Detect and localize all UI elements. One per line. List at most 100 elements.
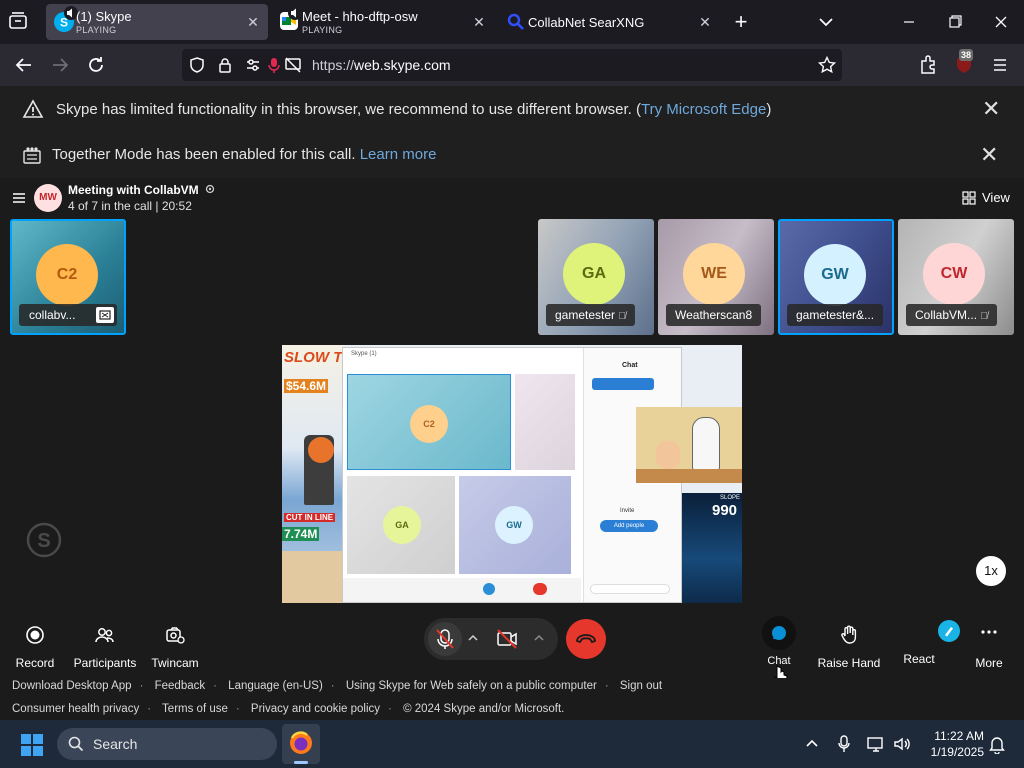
close-tab-icon[interactable]: ✕ xyxy=(470,13,488,31)
firefox-view-icon[interactable] xyxy=(8,12,30,32)
toggle-camera-button[interactable] xyxy=(490,622,524,656)
shared-mic-button xyxy=(483,583,495,595)
record-button[interactable]: Record xyxy=(10,624,60,670)
learn-more-link[interactable]: Learn more xyxy=(360,146,437,163)
twincam-label: Twincam xyxy=(151,656,199,670)
meeting-title[interactable]: Meeting with CollabVM xyxy=(68,183,199,197)
permissions-icon[interactable] xyxy=(244,56,262,74)
speaker-playing-icon[interactable] xyxy=(288,6,302,20)
more-button[interactable]: More xyxy=(966,624,1012,670)
ublock-icon[interactable]: 38 xyxy=(950,49,978,78)
tab-status: PLAYING xyxy=(76,25,117,35)
chat-icon xyxy=(762,616,796,650)
try-edge-link[interactable]: Try Microsoft Edge xyxy=(641,101,766,118)
skype-watermark-icon: S xyxy=(26,522,62,558)
host-avatar[interactable]: MW xyxy=(34,184,62,212)
participant-name: Weatherscan8 xyxy=(666,304,762,326)
avatar: GW xyxy=(495,506,533,544)
extensions-icon[interactable] xyxy=(914,52,942,78)
shared-invite-label: Invite xyxy=(620,508,635,514)
tab-searxng[interactable]: CollabNet SearXNG ✕ xyxy=(498,4,720,40)
privacy-link[interactable]: Privacy and cookie policy xyxy=(251,703,380,715)
tab-skype[interactable]: S (1) Skype PLAYING ✕ xyxy=(46,4,268,40)
view-button[interactable]: View xyxy=(962,190,1010,205)
twincam-button[interactable]: Twincam xyxy=(150,624,200,670)
tracking-shield-icon[interactable] xyxy=(188,56,206,74)
health-privacy-link[interactable]: Consumer health privacy xyxy=(12,703,139,715)
language-link[interactable]: Language (en-US) xyxy=(228,680,323,692)
firefox-taskbar-icon[interactable] xyxy=(282,724,320,764)
microphone-in-use-icon[interactable] xyxy=(266,56,282,74)
avatar-initials: WE xyxy=(701,265,727,282)
raise-hand-button[interactable]: Raise Hand xyxy=(816,624,882,670)
lock-icon[interactable] xyxy=(216,56,234,74)
show-hidden-icons-chevron-icon[interactable] xyxy=(804,736,820,752)
screen-share-icon[interactable] xyxy=(284,56,302,74)
speed-label: 1x xyxy=(984,563,998,578)
camera-options-chevron-icon[interactable] xyxy=(532,631,546,645)
participant-tile[interactable]: CW CollabVM... 🎙̸ xyxy=(898,219,1014,335)
mic-options-chevron-icon[interactable] xyxy=(466,631,480,645)
search-icon xyxy=(506,12,526,32)
shared-cartoon-image xyxy=(636,407,742,483)
notification-bell-icon[interactable] xyxy=(988,734,1006,754)
list-all-tabs-button[interactable] xyxy=(811,8,841,36)
url-bar[interactable]: https://web.skype.com xyxy=(182,49,842,81)
game-money-text: $54.6M xyxy=(284,379,329,393)
menu-hamburger-icon[interactable] xyxy=(986,52,1014,78)
shared-add-people-button: Add people xyxy=(600,520,658,532)
forward-button[interactable] xyxy=(46,52,74,78)
terms-link[interactable]: Terms of use xyxy=(162,703,228,715)
url-text[interactable]: https://web.skype.com xyxy=(312,57,451,73)
shared-chat-input xyxy=(590,584,670,594)
sidebar-toggle-icon[interactable] xyxy=(12,192,26,204)
close-banner-icon[interactable]: ✕ xyxy=(982,98,1000,120)
meeting-subtitle: 4 of 7 in the call | 20:52 xyxy=(68,199,192,213)
warning-message: Skype has limited functionality in this … xyxy=(56,101,641,118)
participants-button[interactable]: Participants xyxy=(72,624,138,670)
close-tab-icon[interactable]: ✕ xyxy=(696,13,714,31)
microphone-off-icon xyxy=(436,629,454,649)
playback-speed-badge[interactable]: 1x xyxy=(974,554,1008,588)
game-banner-text: SLOW T xyxy=(284,349,343,366)
reload-button[interactable] xyxy=(82,52,110,78)
avatar: C2 xyxy=(410,405,448,443)
shared-screen[interactable]: SLOW T $54.6M CUT IN LINE 7.74M Skype (1… xyxy=(282,345,742,603)
microphone-tray-icon[interactable] xyxy=(836,734,852,754)
avatar-initials: C2 xyxy=(423,419,435,429)
back-button[interactable] xyxy=(10,52,38,78)
close-window-button[interactable] xyxy=(986,8,1016,36)
screen-share-indicator-icon xyxy=(96,307,114,323)
network-icon[interactable] xyxy=(866,734,886,754)
tab-meet[interactable]: Meet - hho-dftp-osw PLAYING ✕ xyxy=(272,4,494,40)
react-icon xyxy=(938,620,960,642)
feedback-link[interactable]: Feedback xyxy=(155,680,206,692)
settings-gear-icon[interactable] xyxy=(204,183,216,195)
participant-tile[interactable]: WE Weatherscan8 xyxy=(658,219,774,335)
sign-out-link[interactable]: Sign out xyxy=(620,680,662,692)
clock[interactable]: 11:22 AM 1/19/2025 xyxy=(918,728,984,760)
bookmark-star-icon[interactable] xyxy=(818,56,836,74)
participant-tile[interactable]: GW gametester&... xyxy=(778,219,894,335)
tab-status: PLAYING xyxy=(302,25,343,35)
hang-up-button[interactable] xyxy=(566,619,606,659)
close-banner-icon[interactable]: ✕ xyxy=(980,144,998,166)
mute-microphone-button[interactable] xyxy=(428,622,462,656)
participant-name-text: collabv... xyxy=(29,308,76,322)
react-button[interactable]: React xyxy=(900,620,960,670)
download-app-link[interactable]: Download Desktop App xyxy=(12,680,132,692)
participant-tile[interactable]: GA gametester 🎙̸ xyxy=(538,219,654,335)
taskbar-search[interactable]: Search xyxy=(57,728,277,760)
local-video-tile[interactable]: C2 collabv... xyxy=(10,219,126,335)
raise-hand-label: Raise Hand xyxy=(817,656,881,670)
windows-start-icon[interactable] xyxy=(20,733,44,757)
restore-button[interactable] xyxy=(940,8,970,36)
tab-title: CollabNet SearXNG xyxy=(528,15,645,30)
minimize-button[interactable] xyxy=(894,8,924,36)
close-tab-icon[interactable]: ✕ xyxy=(244,13,262,31)
public-computer-link[interactable]: Using Skype for Web safely on a public c… xyxy=(346,680,597,692)
new-tab-button[interactable]: + xyxy=(726,8,756,36)
chat-button[interactable]: Chat xyxy=(758,616,800,667)
volume-icon[interactable] xyxy=(892,734,912,754)
tab-title: Meet - hho-dftp-osw xyxy=(302,9,418,24)
